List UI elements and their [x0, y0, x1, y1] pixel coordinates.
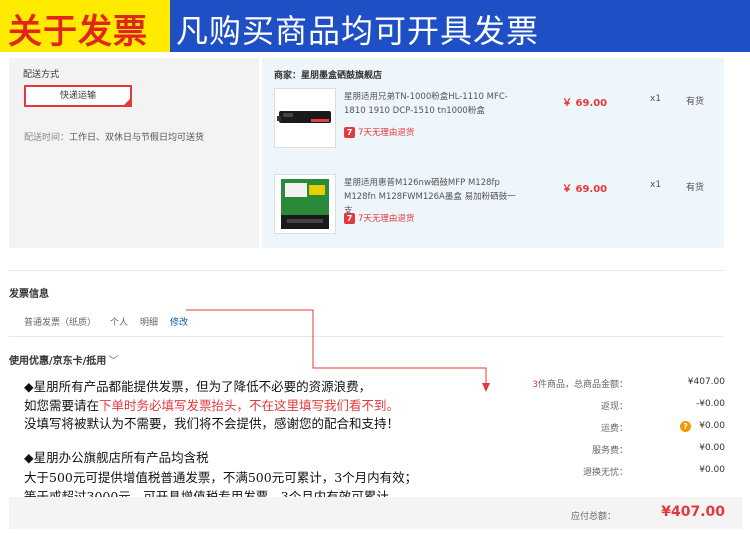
rebate-value: -¥0.00 [695, 399, 725, 409]
notice-highlight: 下单时务必填写发票抬头，不在这里填写我们看不到。 [99, 398, 400, 413]
notice-line: 大于500元可提供增值税普通发票，不满500元可累计，3个月内有效； [24, 470, 418, 485]
payable-label: 应付总额： [570, 512, 616, 522]
rebate-label: 返现： [600, 402, 628, 412]
service-fee-label: 服务费： [591, 446, 628, 456]
notice-line: 如您需要请在下单时务必填写发票抬头，不在这里填写我们看不到。 [24, 395, 399, 414]
service-fee-value: ¥0.00 [699, 443, 725, 453]
shipping-fee-value: ¥0.00 [699, 421, 725, 431]
notice-line: ◆星朋办公旗舰店所有产品均含税 [24, 450, 209, 465]
notice-line: ◆星朋所有产品都能提供发票，但为了降低不必要的资源浪费， [24, 379, 372, 394]
items-label-text: 件商品，总商品金额： [537, 380, 628, 390]
total-items-value: ¥407.00 [687, 377, 725, 387]
shipping-fee-label: 运费： [600, 424, 628, 434]
notice-line: 没填写将被默认为不需要，我们将不会提供，感谢您的配合和支持！ [24, 416, 400, 431]
help-icon[interactable]: ? [680, 421, 691, 432]
notice-text: 如您需要请在 [24, 398, 100, 413]
payable-bar: 应付总额： ¥407.00 [9, 497, 742, 529]
total-items-label: 3件商品，总商品金额： [532, 377, 628, 390]
return-care-label: 退换无忧： [582, 468, 628, 478]
payable-value: ¥407.00 [661, 504, 725, 520]
return-care-value: ¥0.00 [699, 465, 725, 475]
